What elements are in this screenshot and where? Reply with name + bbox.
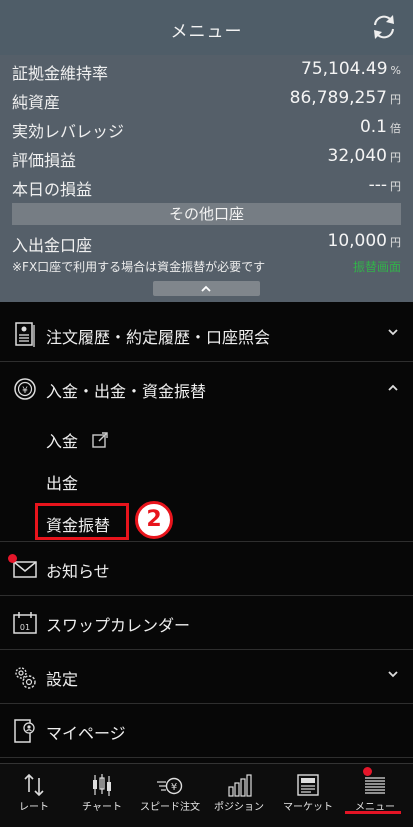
summary-value: 10,000 円	[327, 231, 401, 251]
summary-label: 評価損益	[12, 151, 77, 170]
tab-menu[interactable]: メニュー	[341, 764, 409, 827]
today-pl-row: 本日の損益 --- 円	[12, 173, 401, 202]
menu-item-swap-calendar[interactable]: 01 スワップカレンダー	[0, 596, 413, 650]
tab-market[interactable]: マーケット	[274, 764, 342, 827]
step-callout-badge: 2	[135, 501, 173, 539]
yen-coin-icon: ¥	[14, 378, 36, 400]
summary-label: 純資産	[12, 93, 61, 112]
effective-leverage-row: 実効レバレッジ 0.1 倍	[12, 115, 401, 144]
menu-item-notices[interactable]: お知らせ	[0, 542, 413, 596]
deposit-account-row: 入出金口座 10,000 円	[12, 229, 401, 258]
chevron-down-icon	[388, 329, 398, 336]
submenu-withdraw[interactable]: 出金	[46, 470, 78, 494]
bottom-tab-bar: レート チャート ¥ スピード注文 ポジション マーケット メニュー	[0, 763, 413, 827]
summary-label: 証拠金維持率	[12, 64, 109, 83]
collapse-summary-button[interactable]	[153, 281, 260, 296]
account-summary-panel: 証拠金維持率 75,104.49% 純資産 86,789,257 円 実効レバレッ…	[0, 55, 413, 302]
menu-item-settings[interactable]: 設定	[0, 650, 413, 704]
chevron-down-icon	[388, 671, 398, 678]
tab-label: スピード注文	[140, 802, 200, 813]
svg-text:01: 01	[20, 623, 30, 632]
summary-value: 75,104.49%	[301, 59, 401, 79]
document-list-icon	[15, 322, 35, 347]
menu-item-label: 入金・出金・資金振替	[46, 382, 207, 401]
menu-item-label: スワップカレンダー	[46, 616, 191, 635]
rate-arrows-icon	[24, 773, 44, 797]
chevron-up-icon	[388, 384, 398, 391]
mypage-icon	[14, 719, 35, 743]
submenu-deposit[interactable]: 入金	[46, 428, 109, 452]
summary-value: 0.1 倍	[359, 117, 401, 137]
tab-rate[interactable]: レート	[0, 764, 68, 827]
chevron-up-icon	[201, 285, 211, 292]
summary-label: 本日の損益	[12, 180, 93, 199]
margin-ratio-row: 証拠金維持率 75,104.49%	[12, 57, 401, 86]
menu-item-order-history[interactable]: 注文履歴・約定履歴・口座照会	[0, 308, 413, 362]
submenu-label: 入金	[46, 432, 79, 451]
speed-order-icon: ¥	[157, 777, 183, 795]
candlestick-icon	[93, 774, 111, 796]
news-icon	[297, 774, 319, 796]
unrealized-pl-row: 評価損益 32,040 円	[12, 144, 401, 173]
refresh-icon[interactable]	[369, 12, 399, 42]
menu-item-deposit-withdraw-transfer[interactable]: ¥ 入金・出金・資金振替	[0, 362, 413, 416]
menu-item-label: 設定	[46, 670, 79, 689]
tab-position[interactable]: ポジション	[205, 764, 273, 827]
net-assets-row: 純資産 86,789,257 円	[12, 86, 401, 115]
transfer-note: ※FX口座で利用する場合は資金振替が必要です	[12, 260, 266, 274]
summary-value: --- 円	[368, 175, 401, 195]
page-title: メニュー	[170, 22, 243, 42]
summary-label: 実効レバレッジ	[12, 122, 125, 141]
menu-notification-dot	[363, 767, 372, 776]
notification-dot	[8, 554, 17, 563]
summary-value: 86,789,257 円	[289, 88, 401, 108]
tab-label: チャート	[82, 802, 122, 813]
menu-item-label: お知らせ	[46, 562, 110, 581]
svg-text:¥: ¥	[171, 782, 177, 793]
tab-label: マーケット	[283, 802, 333, 813]
tab-speed-order[interactable]: ¥ スピード注文	[136, 764, 204, 827]
summary-label: 入出金口座	[12, 236, 93, 255]
menu-item-mypage[interactable]: マイページ	[0, 704, 413, 758]
transfer-screen-link[interactable]: 振替画面	[353, 258, 401, 275]
tab-label: レート	[19, 802, 49, 813]
other-account-header: その他口座	[12, 203, 401, 225]
app-header: メニュー	[0, 0, 413, 55]
menu-item-label: マイページ	[46, 724, 126, 743]
gear-icon	[15, 667, 36, 689]
tab-chart[interactable]: チャート	[68, 764, 136, 827]
active-tab-indicator	[345, 811, 401, 814]
summary-value: 32,040 円	[327, 146, 401, 166]
tab-label: ポジション	[214, 802, 264, 813]
calendar-icon: 01	[13, 612, 37, 634]
bar-chart-icon	[228, 774, 252, 797]
svg-text:¥: ¥	[22, 386, 28, 396]
external-link-icon	[92, 432, 108, 448]
highlight-box	[35, 503, 129, 540]
menu-item-label: 注文履歴・約定履歴・口座照会	[46, 328, 271, 347]
